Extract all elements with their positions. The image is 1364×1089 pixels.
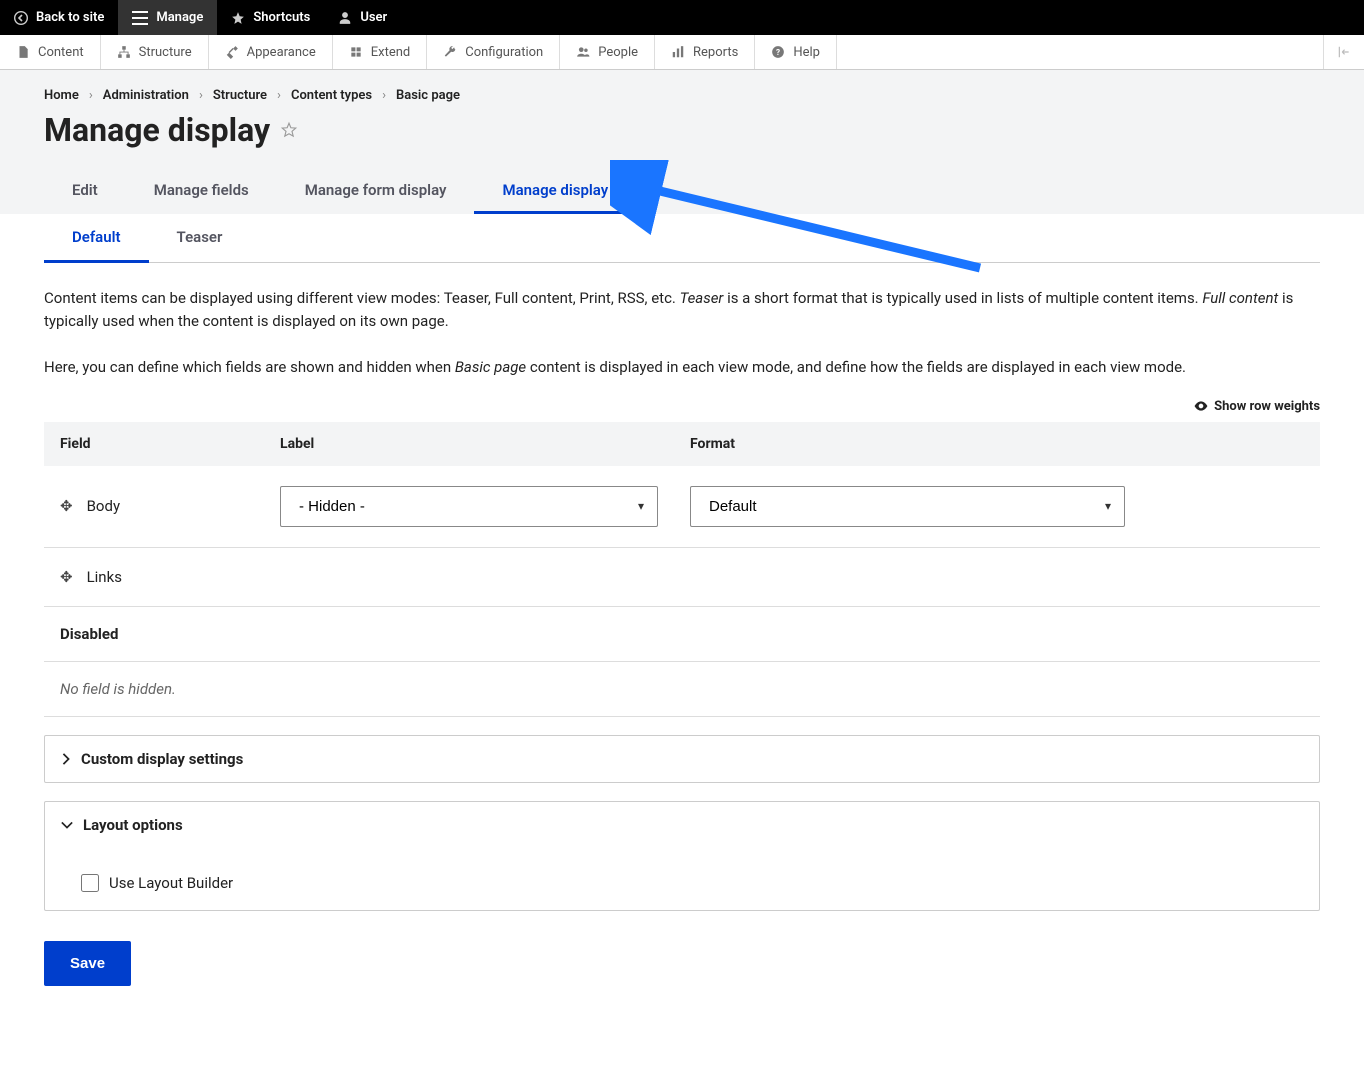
content: Default Teaser Content items can be disp… [0, 214, 1364, 1026]
help-icon: ? [771, 45, 785, 59]
shortcuts-label: Shortcuts [253, 10, 310, 25]
reports-icon [671, 45, 685, 59]
breadcrumb-sep: › [89, 88, 93, 103]
breadcrumb-content-types[interactable]: Content types [291, 88, 372, 103]
eye-icon [1194, 401, 1208, 411]
save-button[interactable]: Save [44, 941, 131, 986]
wrench-icon [443, 45, 457, 59]
breadcrumb-administration[interactable]: Administration [103, 88, 189, 103]
tab-edit[interactable]: Edit [44, 169, 126, 214]
page-title: Manage display [44, 111, 270, 149]
admin-people[interactable]: People [560, 35, 655, 69]
hamburger-icon [132, 11, 148, 25]
breadcrumb-sep: › [382, 88, 386, 103]
custom-display-settings-summary[interactable]: Custom display settings [45, 736, 1319, 782]
body-format-select[interactable]: Default [690, 486, 1125, 527]
use-layout-builder-checkbox[interactable] [81, 874, 99, 892]
breadcrumb: Home › Administration › Structure › Cont… [44, 88, 1320, 103]
user-link[interactable]: User [324, 0, 401, 35]
shortcuts-link[interactable]: Shortcuts [217, 0, 324, 35]
back-arrow-icon [14, 11, 28, 25]
breadcrumb-sep: › [199, 88, 203, 103]
star-icon [231, 11, 245, 25]
admin-configuration[interactable]: Configuration [427, 35, 560, 69]
layout-options-summary[interactable]: Layout options [45, 802, 1319, 848]
toolbar: Back to site Manage Shortcuts User [0, 0, 1364, 35]
drag-handle-icon[interactable]: ✥ [60, 568, 73, 586]
collapse-icon [1336, 45, 1352, 59]
table-row-links: ✥ Links [44, 547, 1320, 606]
user-label: User [360, 10, 387, 25]
drag-handle-icon[interactable]: ✥ [60, 497, 73, 515]
appearance-icon [225, 45, 239, 59]
th-label: Label [264, 422, 674, 466]
secondary-tabs: Default Teaser [44, 214, 1320, 263]
chevron-down-icon [61, 820, 73, 830]
svg-text:?: ? [776, 47, 780, 57]
th-format: Format [674, 422, 1320, 466]
use-layout-builder-label: Use Layout Builder [109, 874, 233, 892]
field-name-links: Links [87, 568, 122, 586]
th-field: Field [44, 422, 264, 466]
disabled-heading: Disabled [44, 607, 1320, 662]
fields-table: Field Label Format ✥ Body - Hidden - [44, 422, 1320, 607]
people-icon [576, 45, 590, 59]
admin-appearance[interactable]: Appearance [209, 35, 333, 69]
chevron-right-icon [61, 753, 71, 765]
admin-extend[interactable]: Extend [333, 35, 428, 69]
manage-label: Manage [156, 10, 203, 25]
no-hidden-message: No field is hidden. [44, 662, 1320, 717]
structure-icon [117, 45, 131, 59]
breadcrumb-structure[interactable]: Structure [213, 88, 267, 103]
breadcrumb-basic-page[interactable]: Basic page [396, 88, 460, 103]
use-layout-builder-row[interactable]: Use Layout Builder [81, 874, 1303, 892]
breadcrumb-sep: › [277, 88, 281, 103]
back-to-site-label: Back to site [36, 10, 104, 25]
admin-structure[interactable]: Structure [101, 35, 209, 69]
table-row-body: ✥ Body - Hidden - ▾ Default [44, 466, 1320, 548]
star-outline-icon[interactable] [280, 121, 298, 139]
extend-icon [349, 45, 363, 59]
manage-toggle[interactable]: Manage [118, 0, 217, 35]
admin-help[interactable]: ? Help [755, 35, 837, 69]
subtab-default[interactable]: Default [44, 214, 149, 263]
show-row-weights-toggle[interactable]: Show row weights [44, 399, 1320, 414]
layout-options-details: Layout options Use Layout Builder [44, 801, 1320, 911]
header-region: Home › Administration › Structure › Cont… [0, 70, 1364, 214]
orientation-toggle[interactable] [1323, 35, 1364, 69]
admin-menu: Content Structure Appearance Extend Conf… [0, 35, 1364, 70]
subtab-teaser[interactable]: Teaser [149, 214, 251, 263]
breadcrumb-home[interactable]: Home [44, 88, 79, 103]
primary-tabs: Edit Manage fields Manage form display M… [44, 169, 1320, 214]
body-label-select[interactable]: - Hidden - [280, 486, 658, 527]
user-icon [338, 11, 352, 25]
admin-reports[interactable]: Reports [655, 35, 755, 69]
content-icon [16, 45, 30, 59]
back-to-site-link[interactable]: Back to site [0, 0, 118, 35]
field-name-body: Body [87, 497, 120, 515]
description-1: Content items can be displayed using dif… [44, 287, 1320, 332]
custom-display-settings-details: Custom display settings [44, 735, 1320, 783]
tab-manage-display[interactable]: Manage display [474, 169, 636, 214]
tab-manage-fields[interactable]: Manage fields [126, 169, 277, 214]
admin-content[interactable]: Content [0, 35, 101, 69]
tab-manage-form-display[interactable]: Manage form display [277, 169, 475, 214]
description-2: Here, you can define which fields are sh… [44, 356, 1320, 379]
